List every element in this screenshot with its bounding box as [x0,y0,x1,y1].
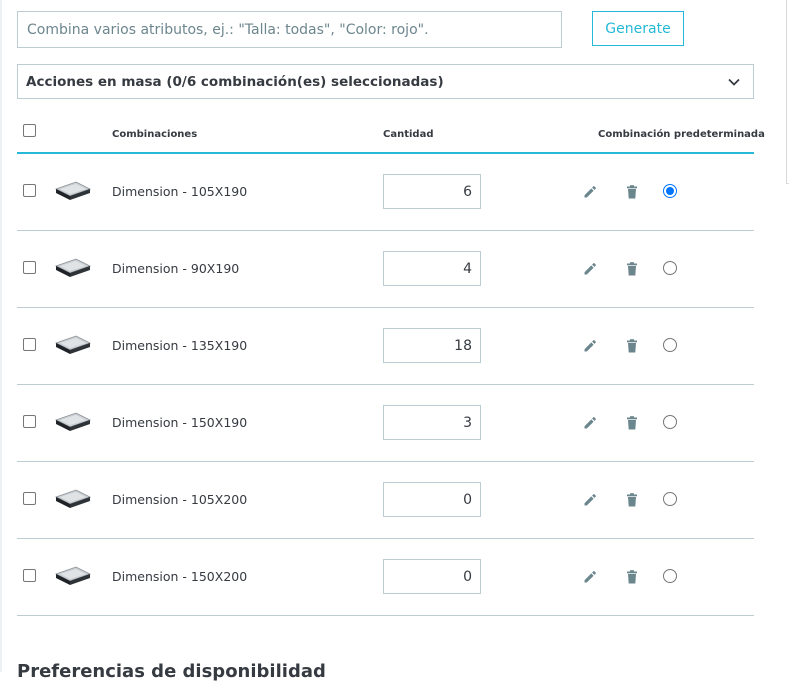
row-checkbox[interactable] [23,492,36,505]
pencil-icon[interactable] [582,569,598,585]
row-checkbox[interactable] [23,415,36,428]
table-row: Dimension - 150X200 [17,539,754,616]
default-combination-radio[interactable] [663,338,677,352]
page-left-edge [0,0,2,672]
table-row: Dimension - 105X190 [17,154,754,231]
mattress-thumbnail [54,335,92,354]
pencil-icon[interactable] [582,415,598,431]
combination-name: Dimension - 150X190 [112,415,248,430]
quantity-input[interactable] [383,405,481,440]
row-checkbox[interactable] [23,569,36,582]
quantity-input[interactable] [383,559,481,594]
table-row: Dimension - 135X190 [17,308,754,385]
default-combination-radio[interactable] [663,415,677,429]
quantity-input[interactable] [383,174,481,209]
trash-icon[interactable] [624,569,640,585]
trash-icon[interactable] [624,415,640,431]
table-row: Dimension - 150X190 [17,385,754,462]
mattress-thumbnail [54,412,92,431]
generate-button[interactable]: Generate [592,11,684,46]
row-checkbox[interactable] [23,261,36,274]
row-checkbox[interactable] [23,338,36,351]
table-row: Dimension - 90X190 [17,231,754,308]
chevron-down-icon [728,78,740,86]
default-combination-radio[interactable] [663,261,677,275]
pencil-icon[interactable] [582,492,598,508]
attributes-input[interactable] [17,11,562,48]
column-header-default: Combinación predeterminada [598,129,765,140]
mattress-thumbnail [54,566,92,585]
combination-name: Dimension - 105X190 [112,184,248,199]
quantity-input[interactable] [383,328,481,363]
mattress-thumbnail [54,181,92,200]
trash-icon[interactable] [624,261,640,277]
default-combination-radio[interactable] [663,492,677,506]
default-combination-radio[interactable] [663,569,677,583]
mattress-thumbnail [54,489,92,508]
mattress-thumbnail [54,258,92,277]
bulk-actions-dropdown[interactable]: Acciones en masa (0/6 combinación(es) se… [17,64,754,99]
quantity-input[interactable] [383,482,481,517]
table-header: Combinaciones Cantidad Combinación prede… [17,114,765,154]
combinations-table: Combinaciones Cantidad Combinación prede… [17,114,765,616]
combination-name: Dimension - 150X200 [112,569,248,584]
table-body: Dimension - 105X190 Dimension - 90X190 [17,154,754,616]
quantity-input[interactable] [383,251,481,286]
pencil-icon[interactable] [582,261,598,277]
trash-icon[interactable] [624,338,640,354]
trash-icon[interactable] [624,492,640,508]
column-header-combinations: Combinaciones [112,129,198,140]
combination-name: Dimension - 135X190 [112,338,248,353]
pencil-icon[interactable] [582,338,598,354]
bulk-actions-label: Acciones en masa (0/6 combinación(es) se… [26,73,444,90]
pencil-icon[interactable] [582,184,598,200]
combination-name: Dimension - 105X200 [112,492,248,507]
select-all-checkbox[interactable] [23,124,36,137]
default-combination-radio[interactable] [663,184,677,198]
trash-icon[interactable] [624,184,640,200]
column-header-quantity: Cantidad [383,129,434,140]
row-checkbox[interactable] [23,184,36,197]
combination-name: Dimension - 90X190 [112,261,240,276]
table-row: Dimension - 105X200 [17,462,754,539]
